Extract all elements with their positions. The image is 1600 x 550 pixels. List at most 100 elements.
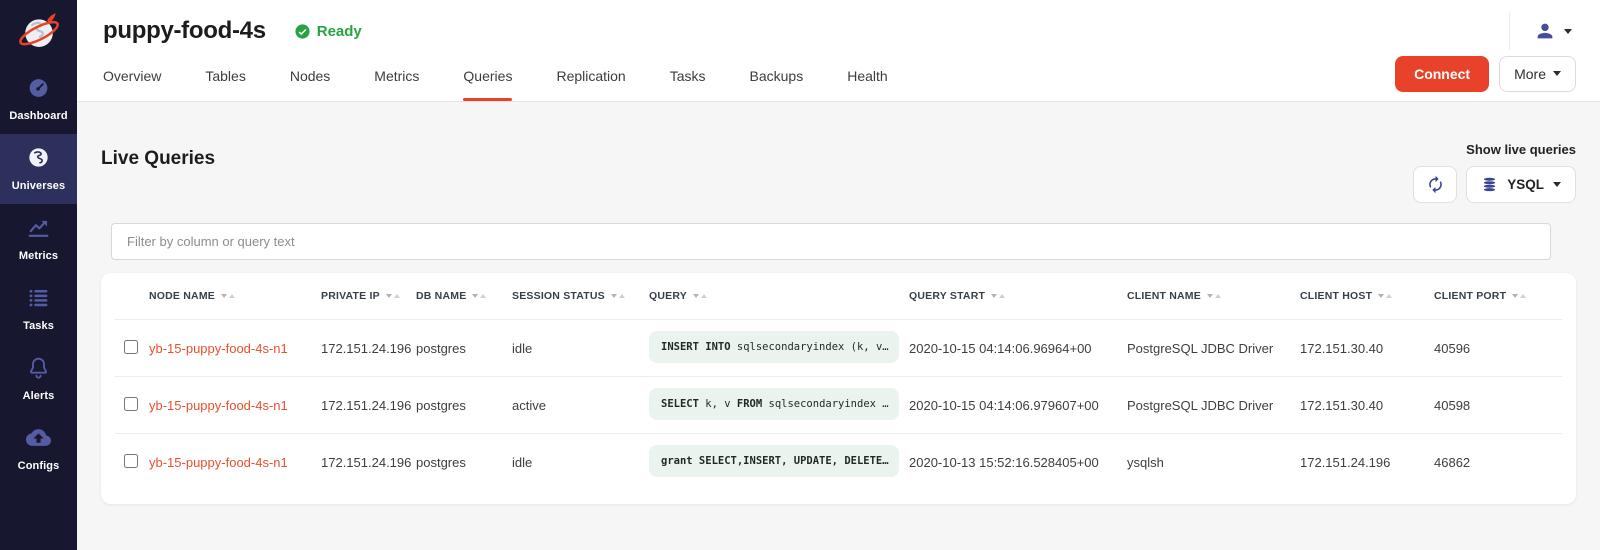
node-link[interactable]: yb-15-puppy-food-4s-n1 [149,455,288,470]
cloud-icon [26,425,51,450]
tab[interactable]: Nodes [290,52,330,101]
session-status-cell: active [512,398,649,413]
column-header[interactable]: QUERY [649,290,909,302]
status-badge: Ready [294,23,362,40]
database-icon [1481,176,1498,193]
status-label: Ready [317,23,362,40]
query-chip[interactable]: grant SELECT,INSERT, UPDATE, DELETE… [649,445,899,477]
tab[interactable]: Replication [556,52,625,101]
connect-button[interactable]: Connect [1395,56,1489,92]
sort-icon [611,294,625,298]
row-checkbox[interactable] [124,340,138,354]
refresh-icon [1426,175,1445,194]
tabs-row: Overview Tables Nodes Metrics Queries Re… [77,52,1600,101]
column-header[interactable]: NODE NAME [149,290,321,302]
client-name-cell: ysqlsh [1127,455,1300,470]
filter-input[interactable] [111,223,1551,260]
sidebar-item[interactable]: Tasks [0,274,77,344]
column-header[interactable]: CLIENT NAME [1127,290,1300,302]
client-port-cell: 40596 [1434,341,1562,356]
gauge-icon [26,75,51,100]
controls-buttons: YSQL [1413,166,1576,203]
client-host-cell: 172.151.24.196 [1300,455,1434,470]
private-ip-cell: 172.151.24.196 [321,455,416,470]
client-name-cell: PostgreSQL JDBC Driver [1127,398,1300,413]
user-menu[interactable] [1509,12,1576,50]
caret-down-icon [1553,182,1561,187]
tab[interactable]: Backups [750,52,804,101]
column-header[interactable]: CLIENT HOST [1300,290,1434,302]
table-row: yb-15-puppy-food-4s-n1 172.151.24.196 po… [115,376,1562,433]
client-host-cell: 172.151.30.40 [1300,341,1434,356]
bell-icon [26,355,51,380]
title-row: puppy-food-4s Ready [77,0,1600,52]
sidebar-item[interactable]: Universes [0,134,77,204]
query-chip[interactable]: SELECT k, v FROM sqlsecondaryindex … [649,388,899,420]
sidebar-item-label: Dashboard [2,110,75,122]
universe-title: puppy-food-4s [103,17,266,45]
sidebar-nav: Dashboard Universes Metrics Tasks [0,64,77,484]
row-checkbox[interactable] [124,397,138,411]
table-body: yb-15-puppy-food-4s-n1 172.151.24.196 po… [115,319,1562,490]
more-label: More [1514,66,1546,82]
globe-icon [26,145,51,170]
chart-icon [26,215,51,240]
refresh-button[interactable] [1413,166,1457,203]
column-header[interactable]: QUERY START [909,290,1127,302]
user-icon [1534,20,1556,42]
client-port-cell: 40598 [1434,398,1562,413]
private-ip-cell: 172.151.24.196 [321,341,416,356]
node-link[interactable]: yb-15-puppy-food-4s-n1 [149,341,288,356]
node-link[interactable]: yb-15-puppy-food-4s-n1 [149,398,288,413]
private-ip-cell: 172.151.24.196 [321,398,416,413]
sort-icon [1207,294,1221,298]
row-checkbox[interactable] [124,454,138,468]
column-header[interactable]: CLIENT PORT [1434,290,1562,302]
db-name-cell: postgres [416,455,512,470]
session-status-cell: idle [512,455,649,470]
query-chip[interactable]: INSERT INTO sqlsecondaryindex (k, v… [649,331,899,363]
queries-controls: Show live queries YSQL [1413,142,1576,203]
query-start-cell: 2020-10-15 04:14:06.96964+00 [909,341,1127,356]
sidebar-item[interactable]: Alerts [0,344,77,414]
column-header[interactable]: DB NAME [416,290,512,302]
sidebar-item[interactable]: Metrics [0,204,77,274]
tab[interactable]: Overview [103,52,161,101]
client-port-cell: 46862 [1434,455,1562,470]
sidebar-item[interactable]: Configs [0,414,77,484]
query-start-cell: 2020-10-15 04:14:06.979607+00 [909,398,1127,413]
check-circle-icon [294,23,311,40]
queries-table-card: NODE NAME PRIVATE IP DB NAME [101,273,1576,504]
tab[interactable]: Health [847,52,887,101]
table-header-row: NODE NAME PRIVATE IP DB NAME [115,273,1562,319]
checkbox-cell [115,397,149,414]
tab[interactable]: Tables [205,52,245,101]
sidebar-item-label: Tasks [2,320,75,332]
sidebar-item-label: Metrics [2,250,75,262]
sidebar-item[interactable]: Dashboard [0,64,77,134]
sidebar-item-label: Universes [2,180,75,192]
query-start-cell: 2020-10-13 15:52:16.528405+00 [909,455,1127,470]
column-header[interactable]: PRIVATE IP [321,290,416,302]
content-head: Live Queries Show live queries YSQL [101,142,1576,203]
checkbox-cell [115,454,149,471]
db-name-cell: postgres [416,398,512,413]
tab[interactable]: Metrics [374,52,419,101]
tab[interactable]: Tasks [670,52,706,101]
sort-icon [991,294,1005,298]
query-type-dropdown[interactable]: YSQL [1466,166,1576,203]
sort-icon [386,294,400,298]
db-name-cell: postgres [416,341,512,356]
column-header[interactable]: SESSION STATUS [512,290,649,302]
caret-down-icon [1553,71,1561,76]
sort-icon [1512,294,1526,298]
more-button[interactable]: More [1499,56,1576,92]
sort-icon [1378,294,1392,298]
client-name-cell: PostgreSQL JDBC Driver [1127,341,1300,356]
page-title: Live Queries [101,148,215,170]
app-window: Dashboard Universes Metrics Tasks [0,0,1600,550]
app-logo[interactable] [0,0,77,64]
sort-icon [693,294,707,298]
universe-header: puppy-food-4s Ready Overview Tables [77,0,1600,102]
tab[interactable]: Queries [463,52,512,101]
